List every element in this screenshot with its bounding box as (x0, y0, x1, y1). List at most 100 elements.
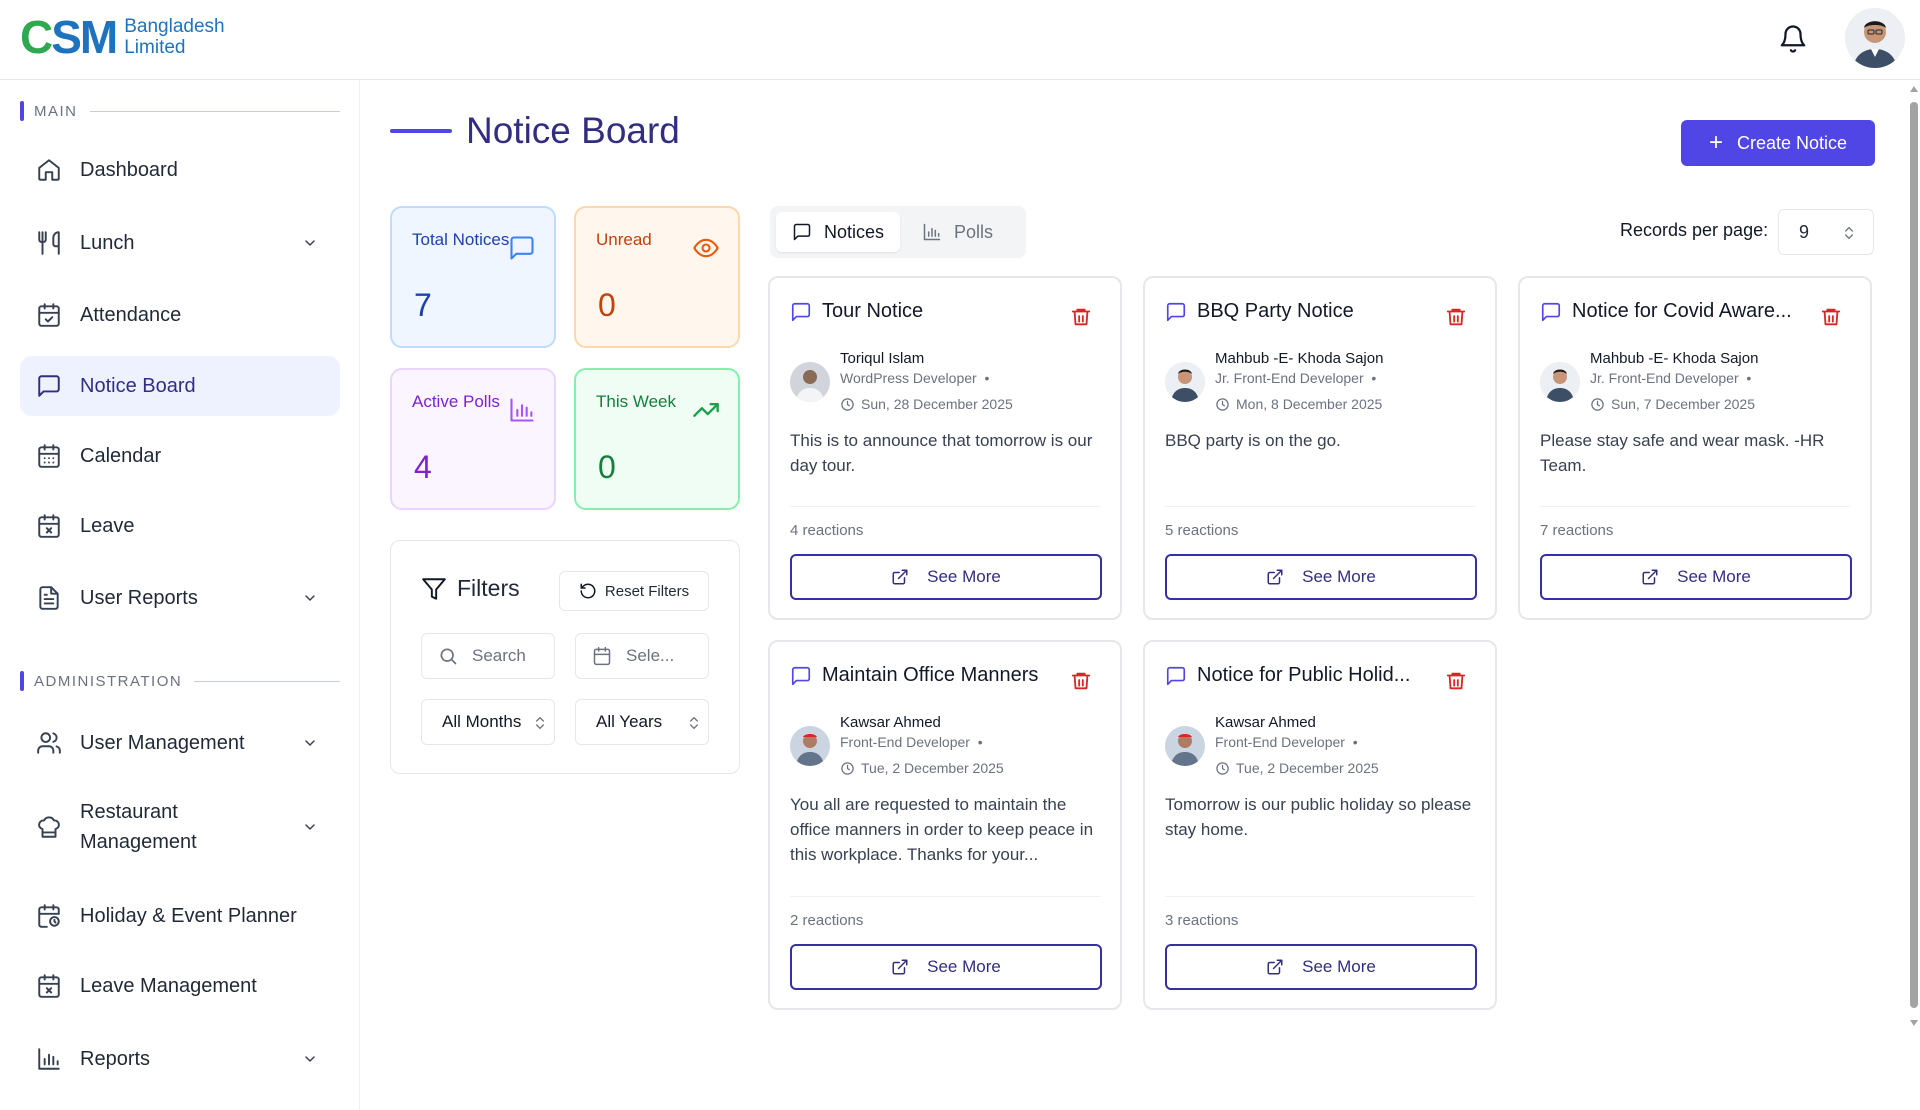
sidebar-item-leave-management[interactable]: Leave Management (20, 956, 340, 1016)
section-divider (89, 110, 340, 112)
section-accent-bar (20, 671, 24, 691)
see-more-button[interactable]: See More (1165, 554, 1477, 600)
file-text-icon (39, 586, 59, 610)
notice-date: Sun, 7 December 2025 (1590, 396, 1755, 412)
page-title: Notice Board (466, 110, 680, 151)
sidebar-item-label: Lunch (80, 231, 135, 254)
date-picker[interactable]: Sele... (575, 633, 709, 679)
sidebar-item-notice-board[interactable]: Notice Board (20, 356, 340, 416)
trash-icon[interactable] (1070, 670, 1092, 692)
message-square-icon (38, 375, 60, 397)
bar-chart-icon (38, 1048, 60, 1070)
utensils-icon (38, 231, 60, 255)
month-select[interactable]: All Months (421, 699, 555, 745)
sidebar-item-user-management[interactable]: User Management (20, 713, 340, 773)
notice-author-role: Jr. Front-End Developer • (1215, 370, 1377, 386)
external-link-icon (1642, 569, 1658, 585)
sidebar-item-user-reports[interactable]: User Reports (20, 568, 340, 628)
notice-author-role-text: Jr. Front-End Developer (1215, 370, 1364, 386)
external-link-icon (1267, 959, 1283, 975)
page-scrollbar[interactable] (1908, 80, 1920, 1040)
see-more-button[interactable]: See More (790, 554, 1102, 600)
author-avatar-image (790, 726, 830, 766)
scrollbar-thumb[interactable] (1910, 102, 1918, 1008)
author-avatar-image (1540, 362, 1580, 402)
sidebar-item-label: Calendar (80, 444, 162, 467)
notice-reactions: 5 reactions (1165, 522, 1239, 539)
records-per-page-select[interactable]: 9 (1778, 209, 1874, 255)
brand-logo[interactable]: CSM Bangladesh Limited (20, 14, 225, 60)
notice-title[interactable]: Notice for Public Holid... (1165, 664, 1455, 687)
sidebar-item-restaurant-management[interactable]: Restaurant Management (20, 791, 340, 863)
sidebar-item-lunch[interactable]: Lunch (20, 213, 340, 273)
author-avatar (1540, 362, 1580, 402)
chevron-down-icon[interactable] (302, 819, 318, 835)
notice-author-role: WordPress Developer • (840, 370, 990, 386)
tab-label: Polls (954, 221, 994, 242)
notice-author: Toriqul Islam (840, 350, 925, 367)
author-avatar (790, 726, 830, 766)
sidebar-item-reports[interactable]: Reports (20, 1029, 340, 1089)
notice-author-role-text: WordPress Developer (840, 370, 977, 386)
chevron-down-icon[interactable] (302, 235, 318, 251)
notice-title[interactable]: Tour Notice (790, 300, 1080, 323)
search-input[interactable]: Search (421, 633, 555, 679)
notice-title[interactable]: Maintain Office Manners (790, 664, 1080, 687)
notice-author: Mahbub -E- Khoda Sajon (1215, 350, 1384, 367)
logo-letters-sm: SM (51, 11, 118, 63)
user-avatar[interactable] (1845, 8, 1905, 68)
reset-filters-button[interactable]: Reset Filters (559, 571, 709, 611)
sidebar-item-dashboard[interactable]: Dashboard (20, 140, 340, 200)
notice-title-text: Maintain Office Manners (822, 664, 1039, 686)
trash-icon[interactable] (1820, 306, 1842, 328)
create-notice-button[interactable]: + Create Notice (1681, 120, 1875, 166)
sidebar-section-administration: ADMINISTRATION (20, 671, 340, 691)
date-placeholder: Sele... (626, 646, 675, 665)
chevron-down-icon[interactable] (302, 1051, 318, 1067)
trash-icon[interactable] (1070, 306, 1092, 328)
chevron-down-icon[interactable] (302, 590, 318, 606)
chevrons-up-down-icon (1845, 226, 1853, 240)
notice-author-role-text: Front-End Developer (840, 734, 970, 750)
see-more-button[interactable]: See More (1540, 554, 1852, 600)
author-avatar-image (1165, 362, 1205, 402)
chevrons-up-down-icon (536, 716, 544, 730)
sidebar-item-holiday-event-planner[interactable]: Holiday & Event Planner (20, 886, 340, 946)
notice-date: Tue, 2 December 2025 (840, 760, 1004, 776)
bell-icon[interactable] (1778, 24, 1808, 54)
chevron-down-icon[interactable] (302, 735, 318, 751)
message-square-icon (510, 236, 534, 260)
clock-icon (1216, 397, 1229, 411)
sidebar-item-calendar[interactable]: Calendar (20, 426, 340, 486)
see-more-label: See More (927, 957, 1001, 976)
scroll-up-arrow-icon[interactable] (1909, 84, 1919, 94)
notice-card: Notice for Covid Aware... Mahbub -E- Kho… (1518, 276, 1872, 620)
notice-title-text: Tour Notice (822, 300, 924, 322)
section-label-text: MAIN (34, 102, 78, 120)
notice-author: Kawsar Ahmed (1215, 714, 1316, 731)
see-more-button[interactable]: See More (1165, 944, 1477, 990)
notice-title[interactable]: Notice for Covid Aware... (1540, 300, 1830, 323)
search-placeholder: Search (472, 646, 526, 665)
notice-title[interactable]: BBQ Party Notice (1165, 300, 1455, 323)
sidebar-item-leave[interactable]: Leave (20, 496, 340, 556)
year-select-value: All Years (596, 712, 663, 731)
sidebar-item-label: Notice Board (80, 374, 196, 397)
chevrons-up-down-icon (690, 716, 698, 730)
trash-icon[interactable] (1445, 670, 1467, 692)
create-notice-label: Create Notice (1736, 132, 1848, 153)
notice-card: BBQ Party Notice Mahbub -E- Khoda Sajon … (1143, 276, 1497, 620)
tab-notices[interactable]: Notices (776, 212, 901, 252)
home-icon (38, 159, 60, 181)
notice-date-text: Sun, 28 December 2025 (861, 396, 1013, 412)
filters-title: Filters (421, 575, 520, 602)
card-divider (790, 896, 1100, 897)
sidebar-item-attendance[interactable]: Attendance (20, 285, 340, 345)
stat-card-this-week: This Week 0 (574, 368, 740, 510)
scroll-down-arrow-icon[interactable] (1909, 1018, 1919, 1028)
trash-icon[interactable] (1445, 306, 1467, 328)
see-more-button[interactable]: See More (790, 944, 1102, 990)
filter-icon (422, 577, 446, 600)
tab-polls[interactable]: Polls (906, 212, 1009, 252)
year-select[interactable]: All Years (575, 699, 709, 745)
